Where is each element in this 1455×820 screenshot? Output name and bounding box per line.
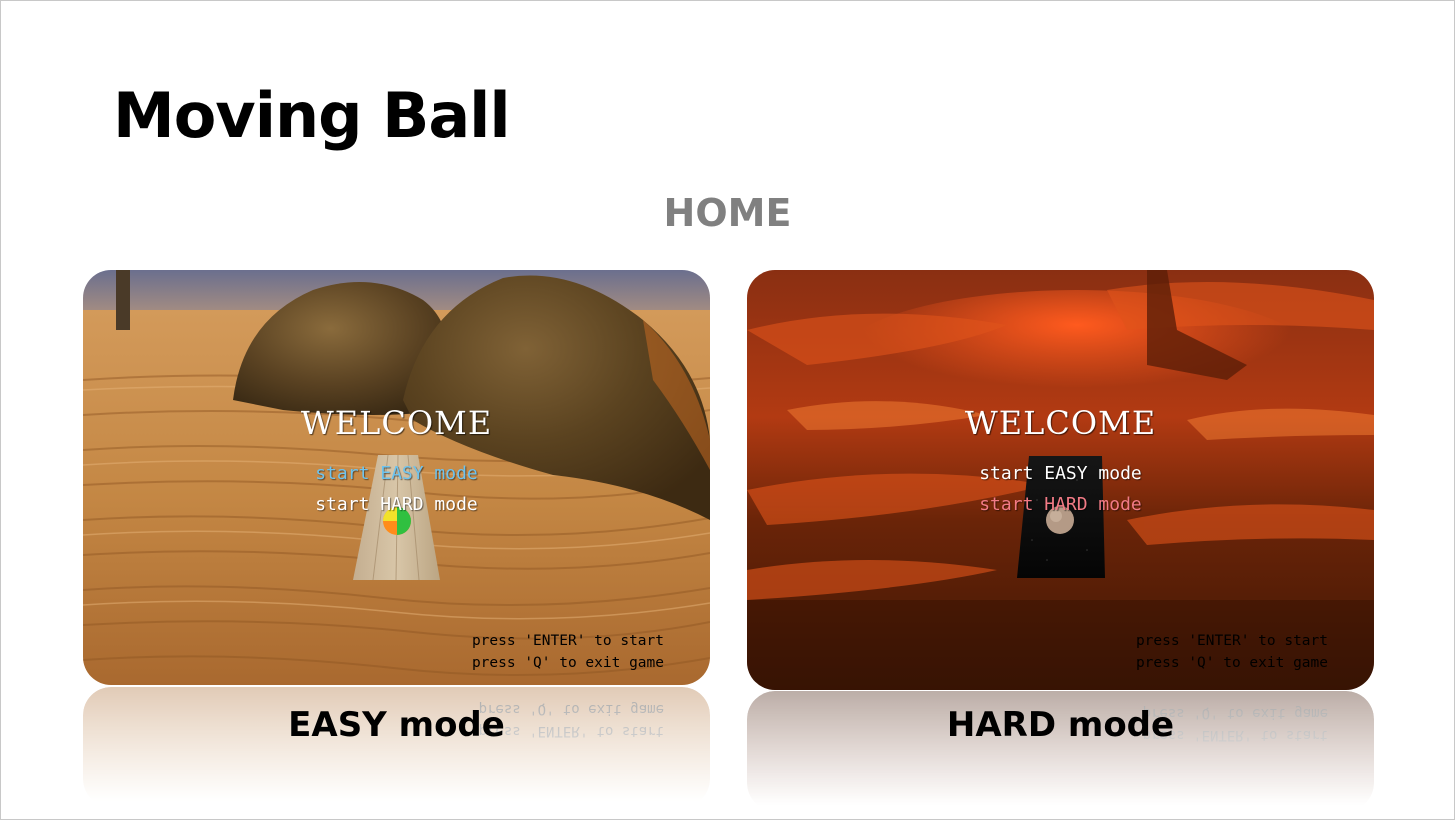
hard-mode-screenshot: WELCOME start EASY mode start HARD mode … <box>747 270 1374 690</box>
menu-item-start-hard[interactable]: start HARD mode <box>83 494 710 515</box>
welcome-heading: WELCOME <box>300 404 493 442</box>
easy-mode-caption: EASY mode <box>288 705 505 745</box>
welcome-heading: WELCOME <box>964 404 1157 442</box>
hint-q-to-exit: press 'Q' to exit game <box>471 655 664 671</box>
hard-mode-caption: HARD mode <box>946 705 1175 745</box>
hint-enter-to-start: press 'ENTER' to start <box>1135 633 1328 649</box>
presentation-slide: Moving Ball HOME WELCOME start EASY mode… <box>0 0 1455 820</box>
hint-q-to-exit: press 'Q' to exit game <box>1135 655 1328 671</box>
section-heading: HOME <box>663 191 792 235</box>
menu-item-start-easy[interactable]: start EASY mode <box>747 463 1374 484</box>
slide-title: Moving Ball <box>113 79 511 152</box>
easy-mode-screenshot: WELCOME start EASY mode start HARD mode … <box>83 270 710 685</box>
menu-item-start-easy[interactable]: start EASY mode <box>83 463 710 484</box>
menu-item-start-hard[interactable]: start HARD mode <box>747 494 1374 515</box>
hint-enter-to-start: press 'ENTER' to start <box>471 633 664 649</box>
